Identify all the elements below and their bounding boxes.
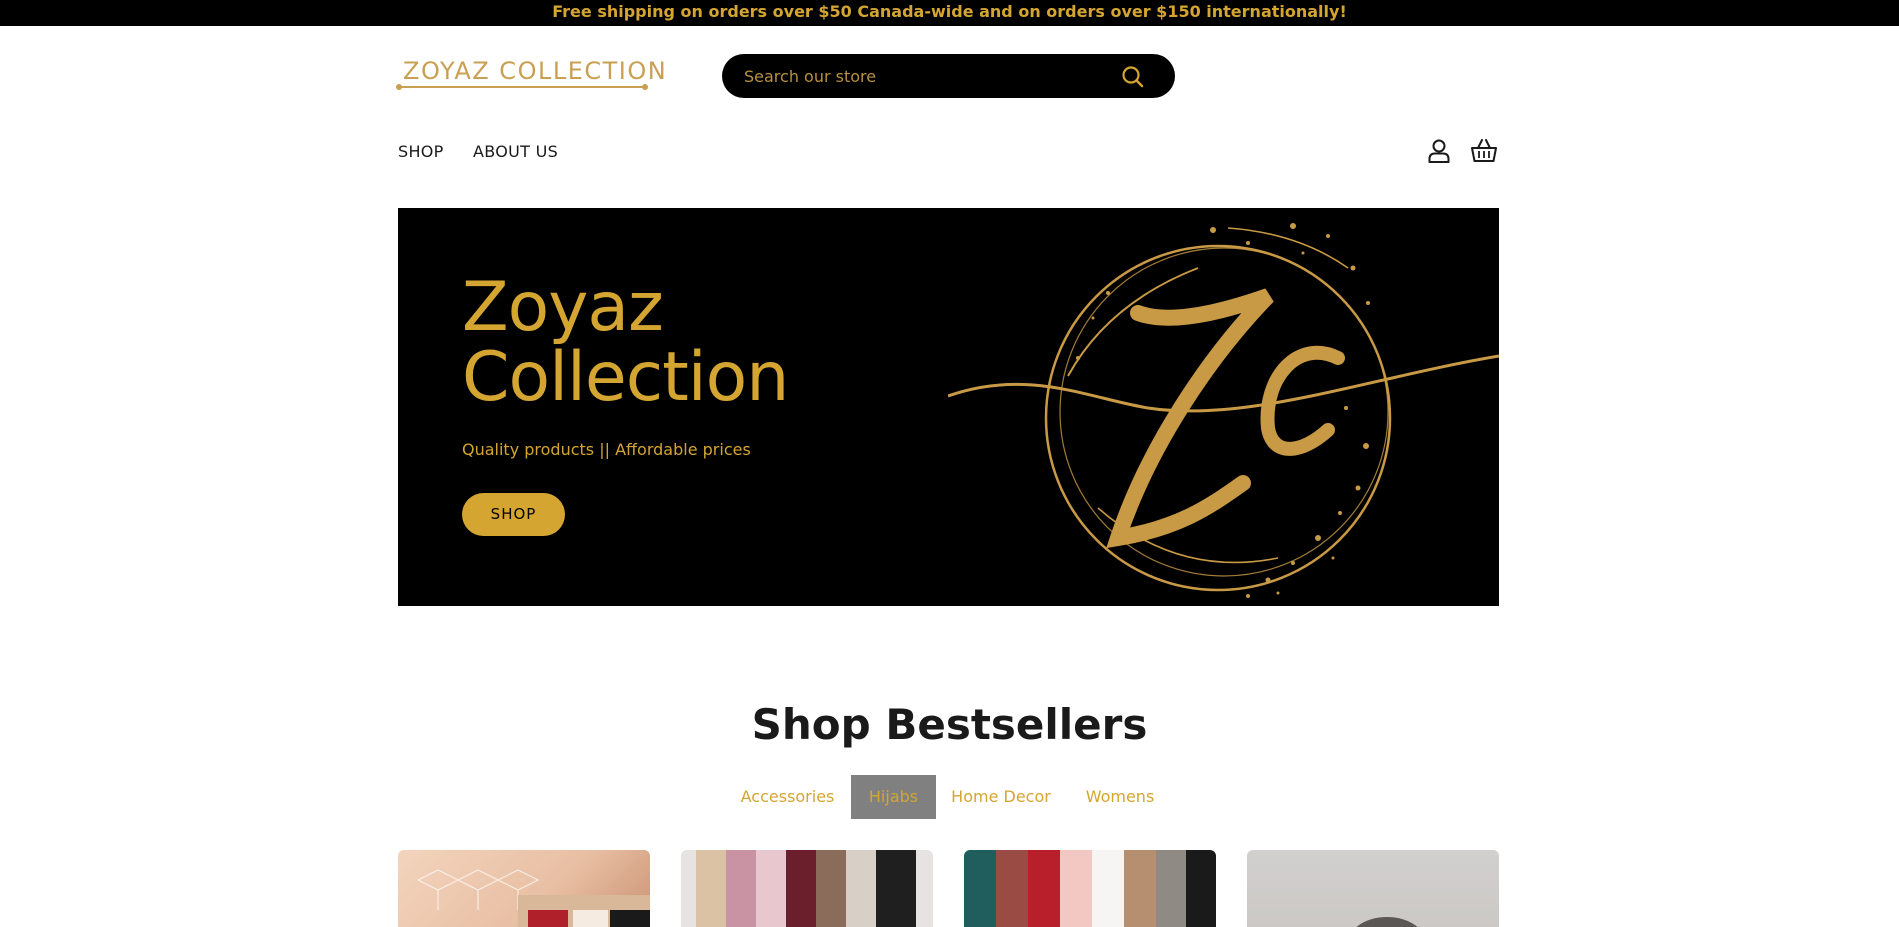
assorted-hijabs-product-image[interactable]	[964, 850, 1216, 927]
tab-womens[interactable]: Womens	[1075, 775, 1165, 819]
store-logo[interactable]: ZOYAZ COLLECTION	[396, 55, 666, 91]
nav-about-us[interactable]: ABOUT US	[473, 142, 558, 161]
search-icon[interactable]	[1120, 64, 1146, 90]
user-icon[interactable]	[1424, 136, 1454, 166]
hero-shop-button[interactable]: SHOP	[462, 493, 565, 536]
search-bar[interactable]	[722, 54, 1175, 98]
hero-banner: Zoyaz Collection Quality products || Aff…	[398, 208, 1499, 606]
gray-product-image[interactable]	[1247, 850, 1499, 927]
tab-accessories[interactable]: Accessories	[735, 775, 840, 819]
nav-shop[interactable]: SHOP	[398, 142, 444, 161]
logo-text: ZOYAZ COLLECTION	[403, 57, 668, 85]
gift-box-product-image[interactable]	[398, 850, 650, 927]
search-input[interactable]	[744, 54, 1104, 98]
zc-monogram-logo	[947, 208, 1499, 606]
pastel-hijabs-product-image[interactable]	[681, 850, 933, 927]
basket-icon[interactable]	[1469, 136, 1499, 166]
tab-home-decor[interactable]: Home Decor	[946, 775, 1056, 819]
logo-dot-left	[396, 84, 402, 90]
hero-subtitle: Quality products || Affordable prices	[462, 440, 751, 459]
announcement-bar: Free shipping on orders over $50 Canada-…	[0, 0, 1899, 26]
tab-hijabs[interactable]: Hijabs	[851, 775, 936, 819]
logo-underline	[398, 86, 646, 88]
bestsellers-title: Shop Bestsellers	[751, 700, 1148, 749]
hero-title: Zoyaz Collection	[462, 268, 789, 417]
logo-dot-right	[642, 84, 648, 90]
